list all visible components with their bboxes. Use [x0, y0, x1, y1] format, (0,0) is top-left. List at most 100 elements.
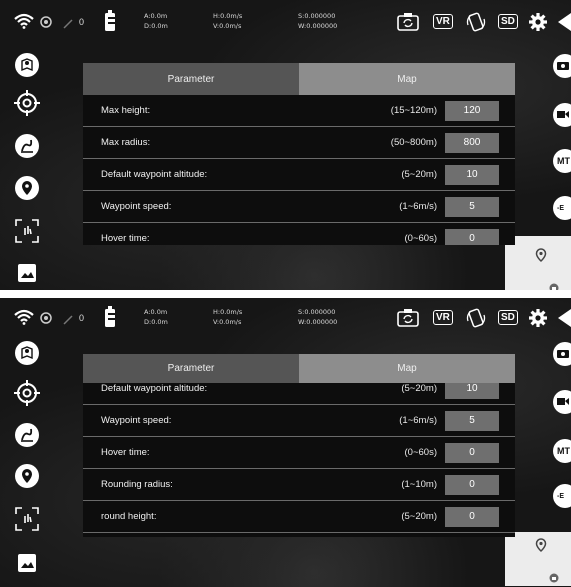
location-pin-icon [14, 463, 40, 496]
mt-label: MT [557, 446, 570, 456]
location-pin-button[interactable] [12, 175, 42, 208]
hover-time-input[interactable]: 0 [445, 442, 499, 463]
target-lock-button[interactable] [12, 89, 42, 121]
tab-map[interactable]: Map [299, 63, 515, 95]
settings-tabs: Parameter Map [83, 63, 515, 95]
video-record-button[interactable] [553, 390, 571, 414]
waypoint-speed-input[interactable]: 5 [445, 410, 499, 431]
video-record-button[interactable] [553, 103, 571, 127]
photo-capture-button[interactable] [553, 342, 571, 366]
param-label: Max height: [101, 105, 151, 116]
screen-panel-top: 0 A:0.0m D:0.0m H:0.0m/s V:0.0m/s S:0.00… [0, 0, 571, 290]
crosshair-icon [14, 379, 40, 411]
param-range: (5~20m) [401, 511, 437, 522]
parameter-list[interactable]: Max height: (15~120m) 120 Max radius: (5… [83, 95, 515, 245]
battery-icon [103, 305, 119, 334]
status-bar: 0 A:0.0m D:0.0m H:0.0m/s V:0.0m/s S:0.00… [0, 0, 571, 44]
mini-map[interactable] [505, 532, 571, 586]
gesture-icon [14, 506, 40, 537]
tab-parameter[interactable]: Parameter [83, 354, 299, 383]
param-label: Waypoint speed: [101, 201, 172, 212]
param-range: (50~800m) [390, 137, 437, 148]
distance-readout: D:0.0m [144, 22, 168, 30]
settings-gear-icon[interactable] [528, 308, 548, 333]
param-row-default-altitude: Default waypoint altitude: (5~20m) 10 [83, 383, 515, 405]
target-lock-button[interactable] [12, 379, 42, 411]
waypoint-map-button[interactable] [12, 340, 42, 370]
vertical-speed-readout: V:0.0m/s [213, 318, 242, 326]
back-arrow-icon[interactable] [556, 12, 571, 37]
tab-parameter[interactable]: Parameter [83, 63, 299, 95]
waypoint-map-icon [14, 52, 40, 83]
round-height-input[interactable]: 0 [445, 506, 499, 527]
param-range: (1~6m/s) [399, 201, 437, 212]
param-range: (5~20m) [401, 169, 437, 180]
rotate-device-icon[interactable] [466, 307, 486, 334]
trajectory-icon [14, 133, 40, 164]
max-height-input[interactable]: 120 [445, 100, 499, 121]
default-altitude-input[interactable]: 10 [445, 164, 499, 185]
map-pin-icon [535, 248, 547, 267]
camera-switch-icon[interactable] [397, 308, 419, 333]
param-range: (0~60s) [404, 447, 437, 458]
mt-label: MT [557, 156, 570, 166]
gps-signal-icon [63, 16, 73, 34]
location-pin-button[interactable] [12, 463, 42, 496]
gallery-button[interactable] [12, 550, 42, 580]
rotate-device-icon[interactable] [466, 11, 486, 38]
screen-panel-bottom: 0 A:0.0m D:0.0m H:0.0m/s V:0.0m/s S:0.00… [0, 298, 571, 587]
trajectory-flight-button[interactable] [12, 133, 42, 163]
param-label: Max radius: [101, 137, 151, 148]
waypoint-speed-input[interactable]: 5 [445, 196, 499, 217]
param-range: (0~60s) [404, 233, 437, 244]
camera-switch-icon[interactable] [397, 12, 419, 37]
tab-parameter-label: Parameter [167, 363, 215, 374]
param-label: Rounding radius: [101, 479, 173, 490]
param-row-max-radius: Max radius: (50~800m) 800 [83, 127, 515, 159]
gesture-control-button[interactable] [12, 506, 42, 536]
param-label: Waypoint speed: [101, 415, 172, 426]
crosshair-icon [14, 89, 40, 121]
hover-time-input[interactable]: 0 [445, 228, 499, 245]
param-row-hover-time: Hover time: (0~60s) 0 [83, 223, 515, 245]
latitude-readout: S:0.000000 [298, 308, 336, 316]
exposure-button[interactable]: -E [553, 196, 571, 220]
mt-mode-button[interactable]: MT [553, 439, 571, 463]
settings-gear-icon[interactable] [528, 12, 548, 37]
param-range: (5~20m) [401, 383, 437, 394]
video-camera-icon [557, 396, 569, 408]
max-radius-input[interactable]: 800 [445, 132, 499, 153]
waypoint-map-button[interactable] [12, 52, 42, 82]
wifi-icon [14, 309, 34, 330]
back-arrow-icon[interactable] [556, 308, 571, 333]
default-altitude-input[interactable]: 10 [445, 383, 499, 399]
param-label: Hover time: [101, 447, 150, 458]
altitude-readout: A:0.0m [144, 12, 168, 20]
vr-button[interactable]: VR [433, 310, 453, 325]
sd-card-button[interactable]: SD [498, 310, 518, 325]
location-pin-icon [14, 175, 40, 208]
gallery-button[interactable] [12, 260, 42, 290]
altitude-readout: A:0.0m [144, 308, 168, 316]
settings-dialog: Parameter Map Max height: (15~120m) 120 … [83, 63, 515, 245]
remote-signal-icon [40, 311, 52, 329]
photo-capture-button[interactable] [553, 54, 571, 78]
tab-parameter-label: Parameter [167, 73, 215, 85]
rounding-radius-input[interactable]: 0 [445, 474, 499, 495]
tab-map-label: Map [397, 363, 417, 374]
vr-button[interactable]: VR [433, 14, 453, 29]
sd-card-button[interactable]: SD [498, 14, 518, 29]
tab-map-label: Map [397, 73, 417, 85]
mt-mode-button[interactable]: MT [553, 149, 571, 173]
trajectory-flight-button[interactable] [12, 422, 42, 452]
longitude-readout: W:0.000000 [298, 318, 338, 326]
param-label: Default waypoint altitude: [101, 169, 208, 180]
param-range: (15~120m) [390, 105, 437, 116]
param-range: (1~6m/s) [399, 415, 437, 426]
wifi-icon [14, 13, 34, 34]
gesture-control-button[interactable] [12, 218, 42, 248]
parameter-list[interactable]: Default waypoint altitude: (5~20m) 10 Wa… [83, 383, 515, 537]
exposure-button[interactable]: -E [553, 484, 571, 508]
remote-signal-icon [40, 15, 52, 33]
tab-map[interactable]: Map [299, 354, 515, 383]
